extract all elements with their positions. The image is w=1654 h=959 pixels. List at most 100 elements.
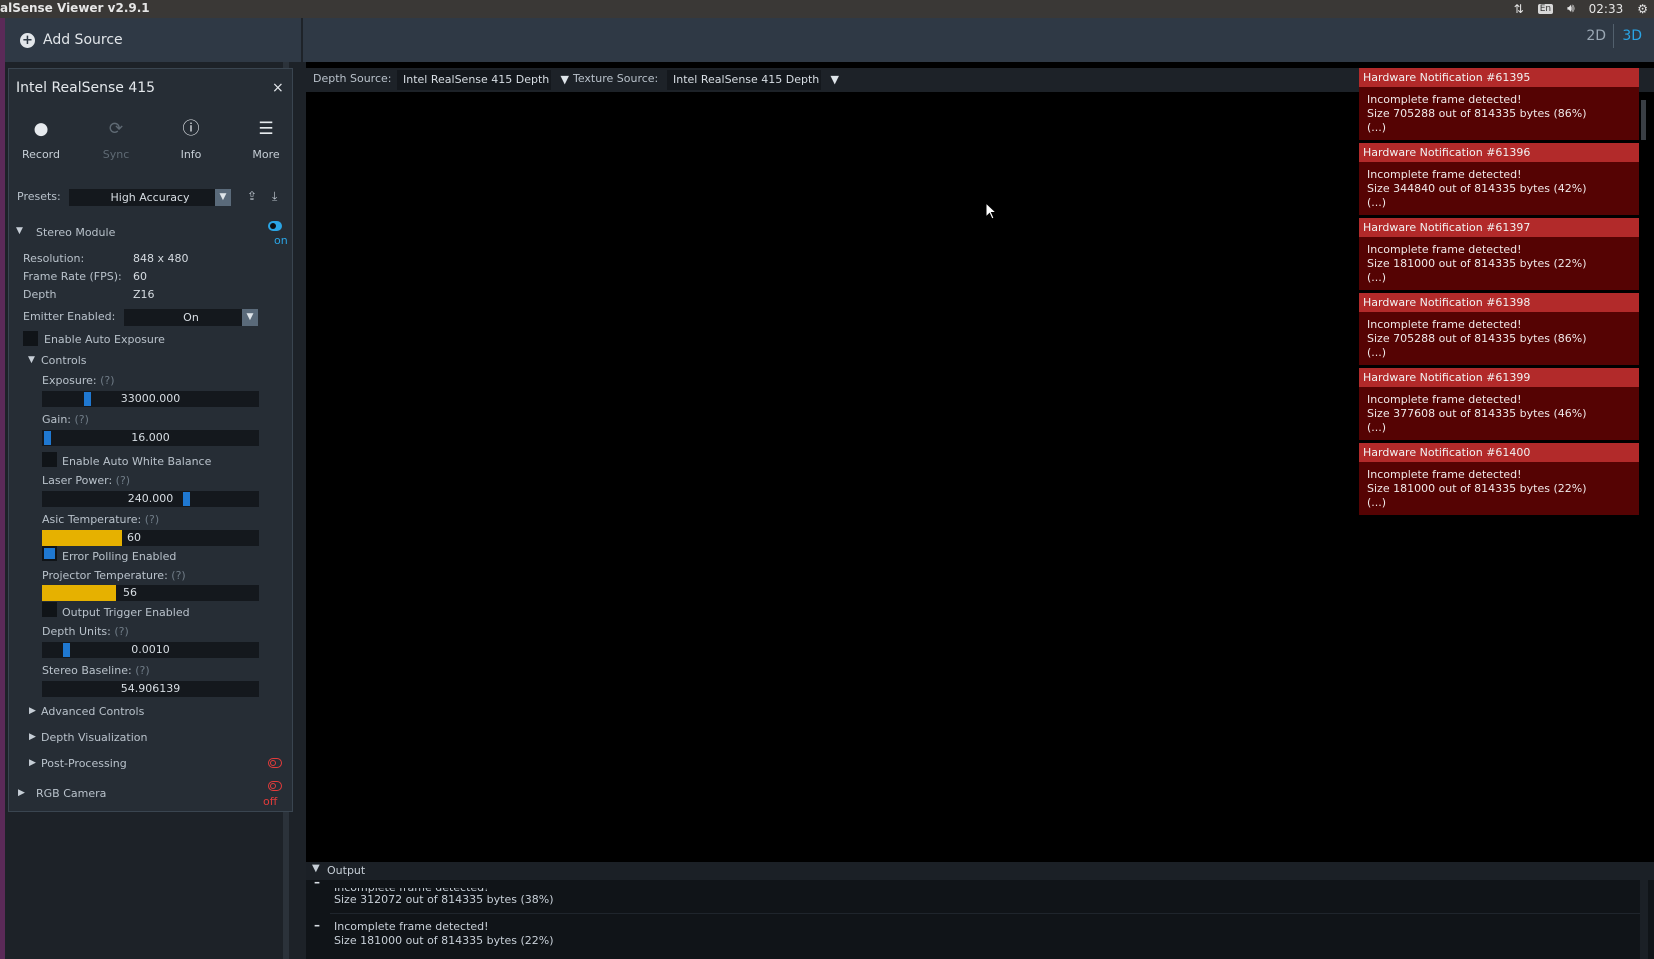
info-button[interactable]: ⓘ Info xyxy=(163,118,219,161)
help-icon[interactable]: (?) xyxy=(145,513,159,526)
projector-temperature-label: Projector Temperature: (?) xyxy=(42,569,186,582)
post-processing-label[interactable]: Post-Processing xyxy=(41,757,127,770)
download-preset-icon[interactable]: ⤓ xyxy=(272,189,277,204)
depth-visualization-expand-icon[interactable]: ▶ xyxy=(29,732,36,742)
notification-body: Incomplete frame detected! Size 181000 ou… xyxy=(1367,243,1587,284)
asic-temperature-bar: 60 xyxy=(42,530,259,546)
exposure-label: Exposure: (?) xyxy=(42,374,115,387)
output-scrollbar[interactable] xyxy=(1640,880,1648,959)
stereo-module-expand-icon[interactable]: ▼ xyxy=(16,226,23,236)
record-button[interactable]: ● Record xyxy=(13,118,69,161)
record-label: Record xyxy=(21,148,60,161)
sync-button[interactable]: ⟳ Sync xyxy=(88,118,144,161)
toggle-knob xyxy=(270,223,276,229)
laser-power-slider[interactable]: 240.000 xyxy=(42,491,259,507)
presets-dropdown[interactable]: High Accuracy ▼ xyxy=(69,189,231,206)
help-icon[interactable]: (?) xyxy=(75,413,89,426)
hardware-notification[interactable]: Hardware Notification #61397 Incomplete … xyxy=(1359,218,1639,290)
help-icon[interactable]: (?) xyxy=(171,569,185,582)
notification-title: Hardware Notification #61399 xyxy=(1359,368,1639,387)
notification-body: Incomplete frame detected! Size 181000 ou… xyxy=(1367,468,1587,509)
output-collapse-icon[interactable]: ▼ xyxy=(312,863,320,874)
log-entry-line: Size 181000 out of 814335 bytes (22%) xyxy=(334,934,554,947)
exposure-value: 33000.000 xyxy=(120,392,181,405)
auto-exposure-checkbox[interactable] xyxy=(23,331,38,346)
gain-slider[interactable]: 16.000 xyxy=(42,430,259,446)
resolution-label: Resolution: xyxy=(23,252,85,265)
depth-visualization-label[interactable]: Depth Visualization xyxy=(41,731,147,744)
network-icon[interactable]: ⇅ xyxy=(1514,2,1524,16)
view-3d-button[interactable]: 3D xyxy=(1622,28,1642,44)
menu-icon: ☰ xyxy=(258,119,274,139)
notification-title: Hardware Notification #61398 xyxy=(1359,293,1639,312)
system-bar: alSense Viewer v2.9.1 ⇅ En 🔊︎ 02:33 ⚙ xyxy=(0,0,1654,18)
advanced-controls-label[interactable]: Advanced Controls xyxy=(41,705,144,718)
info-label: Info xyxy=(180,148,202,161)
stereo-baseline-value: 54.906139 xyxy=(120,682,181,695)
hardware-notification[interactable]: Hardware Notification #61396 Incomplete … xyxy=(1359,143,1639,215)
log-entry-line: Size 312072 out of 814335 bytes (38%) xyxy=(334,893,554,906)
hardware-notification[interactable]: Hardware Notification #61395 Incomplete … xyxy=(1359,68,1639,140)
post-processing-expand-icon[interactable]: ▶ xyxy=(29,758,36,768)
info-icon: ⓘ xyxy=(182,119,200,139)
rgb-camera-expand-icon[interactable]: ▶ xyxy=(18,788,25,798)
error-polling-label: Error Polling Enabled xyxy=(62,550,177,563)
presets-label: Presets: xyxy=(17,190,61,203)
help-icon[interactable]: (?) xyxy=(114,625,128,638)
add-source-button[interactable]: + Add Source xyxy=(20,26,123,54)
exposure-slider[interactable]: 33000.000 xyxy=(42,391,259,407)
error-polling-checkbox[interactable] xyxy=(42,546,57,561)
auto-white-balance-checkbox[interactable] xyxy=(42,452,57,467)
controls-expand-icon[interactable]: ▼ xyxy=(28,355,35,365)
stereo-baseline-label: Stereo Baseline: (?) xyxy=(42,664,150,677)
view-2d-button[interactable]: 2D xyxy=(1586,28,1606,44)
sync-icon: ⟳ xyxy=(108,119,124,139)
notification-body: Incomplete frame detected! Size 705288 ou… xyxy=(1367,318,1587,359)
clock[interactable]: 02:33 xyxy=(1589,2,1624,16)
keyboard-layout-indicator[interactable]: En xyxy=(1537,3,1554,14)
close-device-icon[interactable]: × xyxy=(272,80,284,96)
output-panel-header[interactable]: ▼ Output xyxy=(306,862,1654,880)
gain-value: 16.000 xyxy=(131,431,170,444)
hardware-notification[interactable]: Hardware Notification #61400 Incomplete … xyxy=(1359,443,1639,515)
post-processing-toggle[interactable] xyxy=(268,758,282,768)
depth-format-value[interactable]: Z16 xyxy=(133,288,155,301)
chevron-down-icon: ▼ xyxy=(242,309,258,326)
hardware-notification[interactable]: Hardware Notification #61398 Incomplete … xyxy=(1359,293,1639,365)
output-title: Output xyxy=(327,864,366,877)
more-button[interactable]: ☰ More xyxy=(238,118,294,161)
system-tray: ⇅ En 🔊︎ 02:33 ⚙ xyxy=(1514,1,1648,16)
texture-source-dropdown[interactable]: Intel RealSense 415 Depth ▼ xyxy=(667,70,839,90)
depth-units-value: 0.0010 xyxy=(131,643,170,656)
notification-title: Hardware Notification #61397 xyxy=(1359,218,1639,237)
fps-value[interactable]: 60 xyxy=(133,270,147,283)
output-trigger-checkbox[interactable] xyxy=(42,602,57,617)
volume-icon[interactable]: 🔊︎ xyxy=(1567,1,1575,16)
rgb-camera-toggle[interactable] xyxy=(268,781,282,791)
collapse-entry-icon[interactable]: – xyxy=(314,875,320,889)
notification-body: Incomplete frame detected! Size 377608 ou… xyxy=(1367,393,1587,434)
emitter-label: Emitter Enabled: xyxy=(23,310,116,323)
help-icon[interactable]: (?) xyxy=(100,374,114,387)
chevron-down-icon: ▼ xyxy=(215,189,231,206)
resolution-value[interactable]: 848 x 480 xyxy=(133,252,189,265)
depth-units-slider[interactable]: 0.0010 xyxy=(42,642,259,658)
upload-preset-icon[interactable]: ⇪ xyxy=(247,189,257,203)
settings-gear-icon[interactable]: ⚙ xyxy=(1637,2,1648,16)
notification-title: Hardware Notification #61400 xyxy=(1359,443,1639,462)
device-name: Intel RealSense 415 xyxy=(16,80,156,96)
hardware-notification[interactable]: Hardware Notification #61399 Incomplete … xyxy=(1359,368,1639,440)
help-icon[interactable]: (?) xyxy=(135,664,149,677)
rgb-camera-label[interactable]: RGB Camera xyxy=(36,787,106,800)
notification-body: Incomplete frame detected! Size 344840 ou… xyxy=(1367,168,1587,209)
collapse-entry-icon[interactable]: – xyxy=(314,918,320,932)
advanced-controls-expand-icon[interactable]: ▶ xyxy=(29,706,36,716)
notification-body: Incomplete frame detected! Size 705288 ou… xyxy=(1367,93,1587,134)
emitter-dropdown[interactable]: On ▼ xyxy=(124,309,258,326)
chevron-down-icon: ▼ xyxy=(830,73,839,86)
stereo-module-toggle[interactable] xyxy=(268,221,282,231)
view-toggle-separator xyxy=(1613,24,1614,48)
notifications-scrollbar[interactable] xyxy=(1641,100,1646,140)
help-icon[interactable]: (?) xyxy=(116,474,130,487)
depth-source-dropdown[interactable]: Intel RealSense 415 Depth ▼ xyxy=(397,70,569,90)
